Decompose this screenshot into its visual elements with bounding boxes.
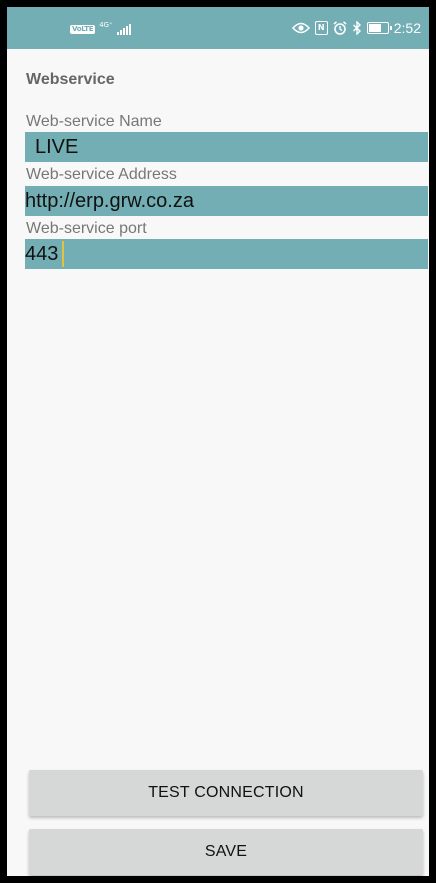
status-bar-right: N 2:52 — [291, 19, 421, 37]
network-type-icon: 4G⁺ — [99, 21, 113, 29]
webservice-name-label: Web-service Name — [26, 113, 162, 130]
webservice-name-input[interactable]: LIVE — [25, 132, 428, 162]
eye-icon — [291, 22, 310, 34]
save-button[interactable]: SAVE — [29, 829, 423, 875]
nfc-icon: N — [314, 21, 328, 35]
signal-strength-icon — [116, 24, 131, 35]
bluetooth-icon — [352, 21, 362, 35]
webservice-address-input[interactable]: http://erp.grw.co.za — [25, 186, 428, 216]
status-bar: VoLTE 4G⁺ N 2:52 — [7, 7, 429, 49]
clock-time: 2:52 — [393, 20, 421, 36]
webservice-port-input[interactable]: 443 — [25, 239, 428, 269]
webservice-port-label: Web-service port — [26, 220, 147, 237]
battery-level — [368, 24, 381, 32]
webservice-name-value: LIVE — [35, 136, 79, 158]
webservice-address-label: Web-service Address — [26, 166, 177, 183]
volte-icon: VoLTE — [70, 25, 96, 34]
app-screen: VoLTE 4G⁺ N 2:52 Webservice Web-service … — [7, 7, 429, 876]
webservice-address-value: http://erp.grw.co.za — [25, 190, 194, 212]
text-cursor — [62, 241, 64, 267]
page-title: Webservice — [26, 71, 115, 88]
status-bar-left: VoLTE 4G⁺ — [70, 21, 131, 35]
battery-icon — [366, 22, 392, 34]
test-connection-button[interactable]: TEST CONNECTION — [29, 770, 423, 816]
alarm-icon — [333, 21, 347, 35]
webservice-port-value: 443 — [25, 243, 59, 265]
